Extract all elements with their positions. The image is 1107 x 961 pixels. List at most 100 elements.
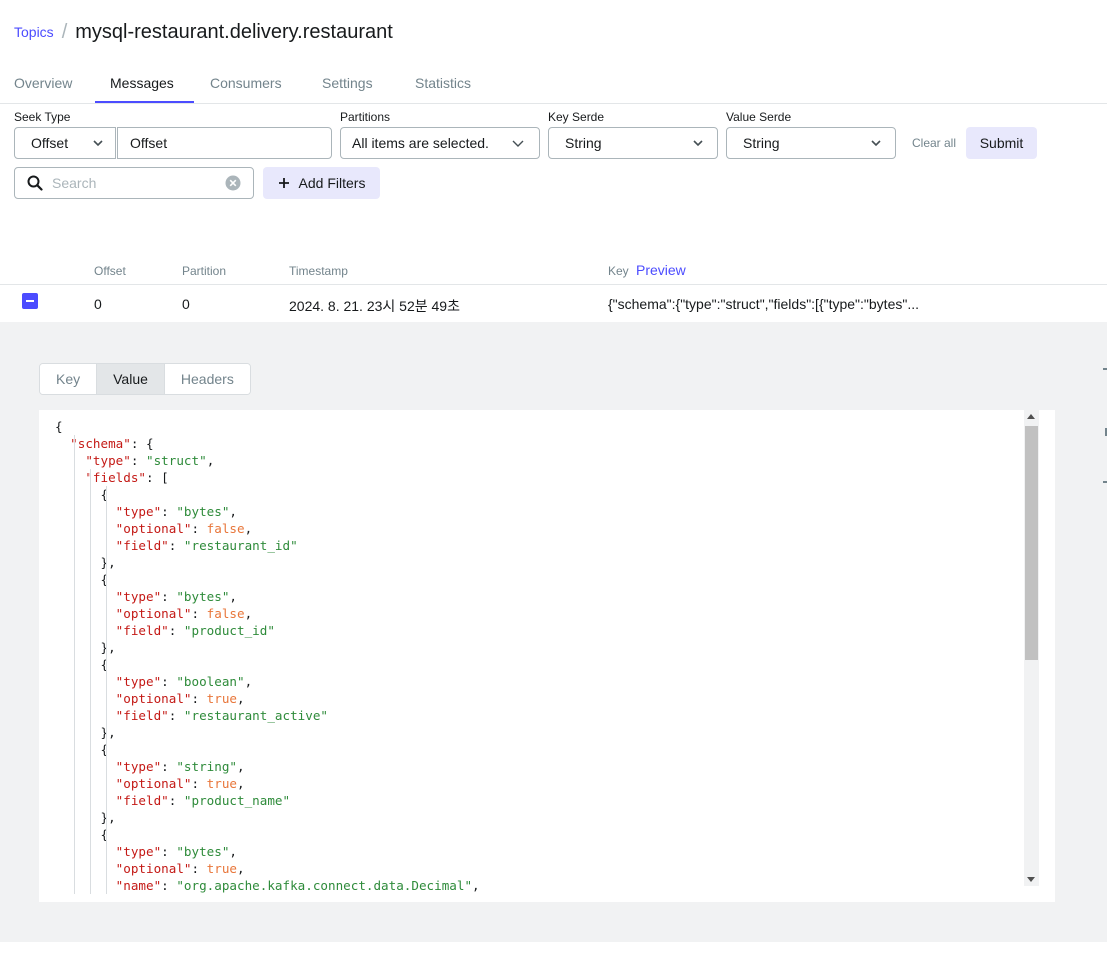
json-punctuation: , xyxy=(206,453,215,468)
subtab-key[interactable]: Key xyxy=(40,364,98,394)
edge-marker xyxy=(1103,368,1107,370)
code-line: "optional": true, xyxy=(55,775,1022,792)
key-serde-value: String xyxy=(565,135,602,151)
json-viewer: { "schema": { "type": "struct", "fields"… xyxy=(39,410,1055,902)
json-punctuation: , xyxy=(244,674,253,689)
active-tab-indicator xyxy=(95,101,194,103)
collapse-row-icon[interactable] xyxy=(22,293,38,309)
subtab-value[interactable]: Value xyxy=(97,364,165,394)
json-punctuation: : xyxy=(191,691,207,706)
key-serde-select[interactable]: String xyxy=(548,127,718,159)
breadcrumb-topics-link[interactable]: Topics xyxy=(14,24,54,40)
code-line: "type": "bytes", xyxy=(55,503,1022,520)
clear-all-button[interactable]: Clear all xyxy=(912,136,956,150)
json-string: "struct" xyxy=(146,453,207,468)
json-punctuation: : xyxy=(191,521,207,536)
json-punctuation xyxy=(55,470,85,485)
scroll-thumb[interactable] xyxy=(1025,426,1038,660)
code-line: "name": "org.apache.kafka.connect.data.D… xyxy=(55,877,1022,894)
topic-tabs: Overview Messages Consumers Settings Sta… xyxy=(0,64,1107,104)
row-offset: 0 xyxy=(94,296,102,312)
edge-marker xyxy=(1103,481,1107,483)
add-filters-button[interactable]: Add Filters xyxy=(263,167,380,199)
value-serde-select[interactable]: String xyxy=(726,127,896,159)
json-punctuation: { xyxy=(55,827,109,842)
offset-input-value: Offset xyxy=(130,135,168,151)
json-key: "fields" xyxy=(85,470,147,485)
code-line: { xyxy=(55,656,1022,673)
json-punctuation xyxy=(55,453,85,468)
json-string: "string" xyxy=(176,759,238,774)
code-line: { xyxy=(55,571,1022,588)
json-punctuation: : xyxy=(161,674,177,689)
key-serde-label: Key Serde xyxy=(548,110,605,124)
json-punctuation: , xyxy=(237,759,245,774)
indent-guide xyxy=(74,435,75,894)
json-key: "field" xyxy=(115,538,169,553)
json-punctuation: : xyxy=(161,844,177,859)
json-punctuation: { xyxy=(55,487,109,502)
partitions-select[interactable]: All items are selected. xyxy=(340,127,540,159)
code-line: "schema": { xyxy=(55,435,1022,452)
json-punctuation: : xyxy=(168,793,184,808)
indent-guide xyxy=(106,486,107,894)
offset-input[interactable]: Offset xyxy=(117,127,332,159)
json-punctuation: , xyxy=(229,589,238,604)
subtab-headers[interactable]: Headers xyxy=(164,364,250,394)
json-literal: true xyxy=(206,691,238,706)
clear-search-icon[interactable] xyxy=(225,175,241,191)
json-string: "product_name" xyxy=(183,793,291,808)
code-line: { xyxy=(55,826,1022,843)
json-key: "field" xyxy=(115,708,169,723)
row-timestamp: 2024. 8. 21. 23시 52분 49초 xyxy=(289,298,460,314)
code-line: { xyxy=(55,418,1022,435)
tab-overview[interactable]: Overview xyxy=(14,64,72,103)
scroll-down-arrow[interactable] xyxy=(1027,877,1035,882)
json-key: "optional" xyxy=(115,776,192,791)
json-key: "type" xyxy=(115,504,162,519)
preview-link[interactable]: Preview xyxy=(636,262,686,278)
message-detail-panel: Key Value Headers { "schema": { "type": … xyxy=(0,322,1107,942)
json-key: "field" xyxy=(115,623,169,638)
json-string: "boolean" xyxy=(176,674,245,689)
tab-consumers[interactable]: Consumers xyxy=(210,64,282,103)
code-line: "type": "struct", xyxy=(55,452,1022,469)
json-key: "optional" xyxy=(115,691,192,706)
json-key: "optional" xyxy=(115,606,192,621)
json-string: "bytes" xyxy=(176,589,230,604)
json-punctuation: : xyxy=(191,776,207,791)
json-key: "name" xyxy=(115,878,162,893)
tab-settings[interactable]: Settings xyxy=(322,64,373,103)
code-line: "optional": false, xyxy=(55,605,1022,622)
tab-statistics[interactable]: Statistics xyxy=(415,64,471,103)
json-string: "org.apache.kafka.connect.data.Decimal" xyxy=(176,878,473,893)
json-string: "restaurant_active" xyxy=(183,708,328,723)
search-input[interactable]: Search xyxy=(14,167,254,199)
chevron-down-icon xyxy=(93,140,103,147)
json-code-area[interactable]: { "schema": { "type": "struct", "fields"… xyxy=(55,418,1022,894)
search-icon xyxy=(27,175,43,191)
tab-messages[interactable]: Messages xyxy=(110,64,174,103)
code-line: "type": "bytes", xyxy=(55,843,1022,860)
chevron-down-icon xyxy=(512,140,524,147)
seek-type-select[interactable]: Offset xyxy=(14,127,116,159)
page-title: mysql-restaurant.delivery.restaurant xyxy=(75,20,393,43)
vertical-scrollbar[interactable] xyxy=(1024,410,1039,886)
code-line: "type": "string", xyxy=(55,758,1022,775)
json-key: "type" xyxy=(115,844,162,859)
table-row[interactable]: 0 0 2024. 8. 21. 23시 52분 49초 {"schema":{… xyxy=(0,285,1107,322)
column-timestamp: Timestamp xyxy=(289,264,348,278)
code-line: }, xyxy=(55,554,1022,571)
code-line: "optional": true, xyxy=(55,860,1022,877)
code-line: "type": "bytes", xyxy=(55,588,1022,605)
chevron-down-icon xyxy=(693,140,703,147)
json-literal: false xyxy=(206,606,245,621)
breadcrumb: Topics / mysql-restaurant.delivery.resta… xyxy=(14,18,393,46)
submit-button[interactable]: Submit xyxy=(966,127,1037,159)
partitions-label: Partitions xyxy=(340,110,391,124)
json-key: "optional" xyxy=(115,521,192,536)
json-string: "bytes" xyxy=(176,844,230,859)
code-line: "type": "boolean", xyxy=(55,673,1022,690)
scroll-up-arrow[interactable] xyxy=(1027,414,1035,419)
json-literal: true xyxy=(206,861,238,876)
